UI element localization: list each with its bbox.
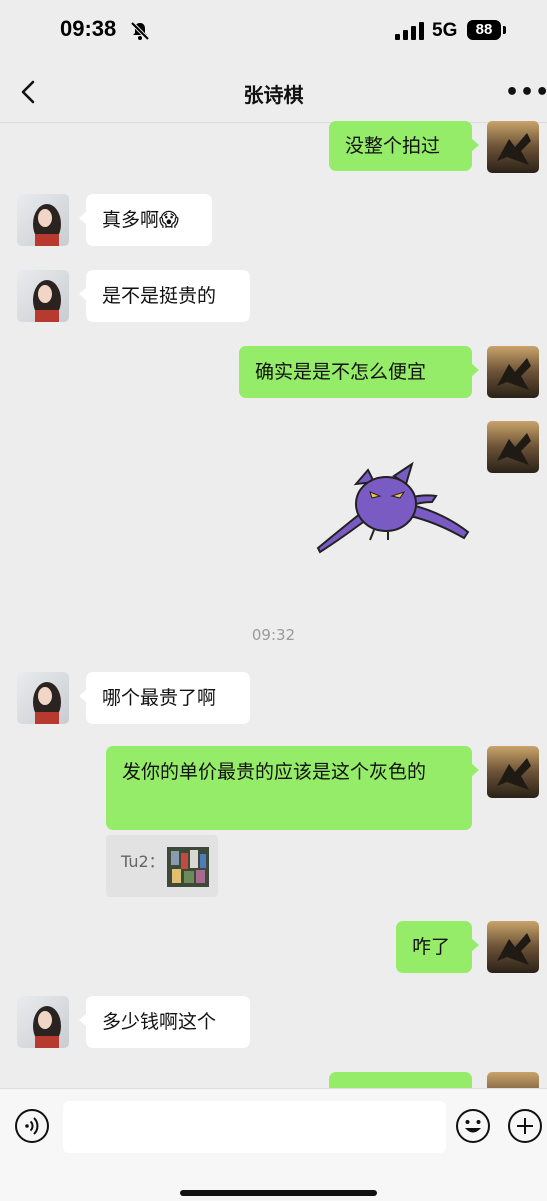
plus-icon[interactable] — [507, 1108, 543, 1144]
input-bar — [0, 1088, 547, 1201]
message-bubble-incoming[interactable]: 真多啊😱 — [79, 194, 212, 246]
message-bubble-incoming[interactable]: 多少钱啊这个 — [79, 996, 250, 1048]
message-timestamp: 09:32 — [251, 626, 296, 644]
contact-avatar-image — [17, 996, 69, 1048]
more-horizontal-icon[interactable]: ••• — [505, 80, 547, 105]
chat-header: 张诗棋 ••• — [0, 62, 547, 123]
message-text: 确实是是不怎么便宜 — [255, 361, 427, 383]
bat-sticker[interactable] — [312, 460, 472, 555]
contact-avatar[interactable] — [17, 270, 69, 322]
contact-avatar[interactable] — [17, 194, 69, 246]
my-avatar-image — [487, 121, 539, 173]
my-avatar[interactable] — [487, 121, 539, 173]
contact-avatar[interactable] — [17, 996, 69, 1048]
bell-muted-icon — [130, 21, 150, 41]
my-avatar[interactable] — [487, 346, 539, 398]
message-input[interactable] — [63, 1101, 446, 1153]
contact-avatar-image — [17, 672, 69, 724]
battery-level: 88 — [467, 20, 501, 40]
contact-avatar-image — [17, 194, 69, 246]
battery-icon — [503, 26, 506, 34]
quote-label: Tu2： — [121, 852, 165, 871]
message-bubble-outgoing[interactable]: 咋了 — [396, 921, 479, 973]
my-avatar-image — [487, 346, 539, 398]
message-bubble-outgoing[interactable]: 发你的单价最贵的应该是这个灰色的 — [106, 746, 479, 830]
my-avatar[interactable] — [487, 921, 539, 973]
contact-avatar-image — [17, 270, 69, 322]
my-avatar-image — [487, 746, 539, 798]
home-indicator[interactable] — [180, 1190, 377, 1196]
message-text: 真多啊😱 — [102, 209, 179, 231]
message-bubble-incoming[interactable]: 是不是挺贵的 — [79, 270, 250, 322]
message-text: 是不是挺贵的 — [102, 285, 217, 307]
my-avatar-image — [487, 921, 539, 973]
message-bubble-incoming[interactable]: 哪个最贵了啊 — [79, 672, 250, 724]
status-time: 09:38 — [60, 16, 117, 41]
status-bar: 09:38 5G 88 — [0, 0, 547, 62]
message-text: 没整个拍过 — [345, 135, 441, 157]
contact-avatar[interactable] — [17, 672, 69, 724]
signal-icon — [395, 22, 424, 40]
emoji-icon[interactable] — [455, 1108, 491, 1144]
my-avatar[interactable] — [487, 421, 539, 473]
message-text: 咋了 — [412, 936, 451, 958]
message-text: 发你的单价最贵的应该是这个灰色的 — [122, 761, 427, 783]
voice-icon[interactable] — [14, 1108, 50, 1144]
chat-title: 张诗棋 — [243, 83, 304, 107]
message-bubble-outgoing[interactable]: 确实是是不怎么便宜 — [239, 346, 479, 398]
quote-thumbnail-image — [167, 847, 209, 887]
my-avatar-image — [487, 421, 539, 473]
message-text: 多少钱啊这个 — [102, 1011, 217, 1033]
quoted-message[interactable]: Tu2： — [106, 835, 218, 897]
my-avatar[interactable] — [487, 746, 539, 798]
message-bubble-outgoing[interactable]: 没整个拍过 — [329, 121, 479, 171]
network-type: 5G — [432, 20, 458, 41]
message-text: 哪个最贵了啊 — [102, 687, 217, 709]
